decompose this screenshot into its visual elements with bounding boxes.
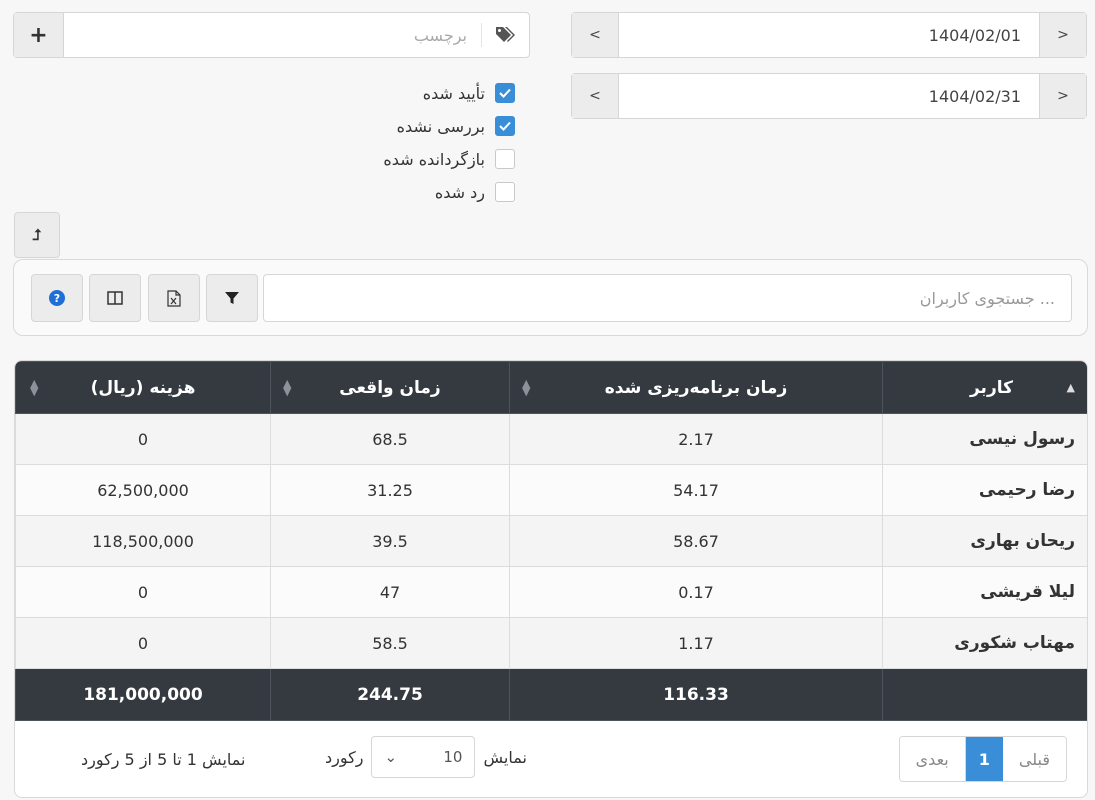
status-approved-checkbox[interactable] <box>495 83 515 103</box>
date-to-prev-button[interactable]: < <box>572 74 618 118</box>
page-1-button[interactable]: 1 <box>965 737 1003 781</box>
total-cost: 181,000,000 <box>15 668 271 721</box>
table-info: نمایش 1 تا 5 از 5 رکورد <box>81 750 246 769</box>
column-header-user[interactable]: کاربر ▲ <box>882 361 1087 414</box>
status-rejected[interactable]: رد شده <box>435 179 515 205</box>
cell-planned: 54.17 <box>509 464 883 516</box>
cell-actual: 58.5 <box>270 617 510 669</box>
cell-planned: 1.17 <box>509 617 883 669</box>
cell-planned: 58.67 <box>509 515 883 567</box>
prev-page-button[interactable]: قبلی <box>1002 737 1066 781</box>
column-header-user-label: کاربر <box>969 377 1013 398</box>
add-tag-button[interactable]: + <box>14 13 64 57</box>
table-header-row: کاربر ▲ زمان برنامه‌ریزی شده ▲ ▼ زمان واق… <box>15 361 1087 414</box>
pagination: قبلی 1 بعدی <box>898 736 1067 782</box>
filter-icon <box>225 292 239 304</box>
cell-user: ریحان بهاری <box>882 515 1087 567</box>
records-label: رکورد <box>325 747 364 767</box>
column-header-cost[interactable]: هزینه (ریال) ▲ ▼ <box>15 361 271 414</box>
date-to-next-button[interactable]: > <box>1040 74 1086 118</box>
cell-cost: 62,500,000 <box>15 464 271 516</box>
status-approved[interactable]: تأیید شده <box>423 80 515 106</box>
filter-button[interactable] <box>206 274 258 322</box>
column-header-cost-label: هزینه (ریال) <box>90 377 196 398</box>
date-from-prev-button[interactable]: < <box>572 13 618 57</box>
total-user <box>882 668 1087 721</box>
cell-planned: 0.17 <box>509 566 883 618</box>
tag-input[interactable]: برچسب <box>64 13 481 57</box>
help-icon: ? <box>49 290 65 306</box>
total-actual: 244.75 <box>270 668 510 721</box>
tag-input-group: + برچسب <box>13 12 530 58</box>
page-size-value: 10 <box>443 748 463 766</box>
svg-text:?: ? <box>54 292 60 305</box>
cell-user: رسول نیسی <box>882 413 1087 465</box>
sort-icon: ▲ ▼ <box>283 376 292 398</box>
status-rejected-checkbox[interactable] <box>495 182 515 202</box>
column-header-actual-label: زمان واقعی <box>339 377 441 398</box>
table-row: رضا رحیمی 54.17 31.25 62,500,000 <box>15 464 1087 516</box>
table-toolbar: ? جستجوی کاربران ... <box>13 259 1088 336</box>
date-from-next-button[interactable]: > <box>1040 13 1086 57</box>
next-page-button[interactable]: بعدی <box>899 737 966 781</box>
users-table: کاربر ▲ زمان برنامه‌ریزی شده ▲ ▼ زمان واق… <box>14 360 1088 798</box>
status-returned[interactable]: بازگردانده شده <box>383 146 515 172</box>
status-unreviewed-checkbox[interactable] <box>495 116 515 136</box>
show-label: نمایش <box>483 747 527 767</box>
totals-row: 116.33 244.75 181,000,000 <box>15 668 1087 721</box>
column-header-planned[interactable]: زمان برنامه‌ریزی شده ▲ ▼ <box>509 361 883 414</box>
status-returned-label: بازگردانده شده <box>383 149 485 169</box>
table-row: مهتاب شکوری 1.17 58.5 0 <box>15 617 1087 669</box>
export-excel-button[interactable] <box>148 274 200 322</box>
sort-asc-icon: ▲ <box>1066 380 1075 394</box>
cell-user: مهتاب شکوری <box>882 617 1087 669</box>
status-returned-checkbox[interactable] <box>495 149 515 169</box>
cell-cost: 0 <box>15 566 271 618</box>
status-unreviewed-label: بررسی نشده <box>396 116 485 136</box>
column-header-actual[interactable]: زمان واقعی ▲ ▼ <box>270 361 510 414</box>
sort-icon: ▲ ▼ <box>30 376 39 398</box>
table-footer: قبلی 1 بعدی نمایش ⌄ 10 رکورد نمایش 1 تا … <box>15 722 1087 797</box>
cell-actual: 68.5 <box>270 413 510 465</box>
status-unreviewed[interactable]: بررسی نشده <box>397 113 515 139</box>
cell-cost: 0 <box>15 617 271 669</box>
search-input[interactable]: جستجوی کاربران ... <box>263 274 1072 322</box>
date-to-input[interactable]: 1404/02/31 <box>618 74 1040 118</box>
status-approved-label: تأیید شده <box>422 83 485 103</box>
cell-planned: 2.17 <box>509 413 883 465</box>
help-button[interactable]: ? <box>31 274 83 322</box>
cell-actual: 47 <box>270 566 510 618</box>
cell-user: رضا رحیمی <box>882 464 1087 516</box>
chevron-down-icon: ⌄ <box>384 748 398 766</box>
date-from-picker: < 1404/02/01 > <box>571 12 1087 58</box>
cell-cost: 118,500,000 <box>15 515 271 567</box>
table-row: لیلا قریشی 0.17 47 0 <box>15 566 1087 618</box>
excel-icon <box>167 289 181 307</box>
columns-button[interactable] <box>89 274 141 322</box>
sort-icon: ▲ ▼ <box>522 376 531 398</box>
table-row: رسول نیسی 2.17 68.5 0 <box>15 413 1087 465</box>
column-header-planned-label: زمان برنامه‌ریزی شده <box>604 377 788 398</box>
total-planned: 116.33 <box>509 668 883 721</box>
arrow-up-icon: ⮥ <box>32 226 42 244</box>
cell-actual: 31.25 <box>270 464 510 516</box>
cell-actual: 39.5 <box>270 515 510 567</box>
table-row: ریحان بهاری 58.67 39.5 118,500,000 <box>15 515 1087 567</box>
date-from-input[interactable]: 1404/02/01 <box>618 13 1040 57</box>
page-size-select[interactable]: ⌄ 10 <box>371 736 476 778</box>
collapse-filters-button[interactable]: ⮥ <box>14 212 60 258</box>
columns-icon <box>107 291 123 305</box>
date-to-picker: < 1404/02/31 > <box>571 73 1087 119</box>
page-length: نمایش ⌄ 10 رکورد <box>325 736 527 778</box>
tags-icon <box>481 23 529 47</box>
status-rejected-label: رد شده <box>434 182 485 202</box>
cell-user: لیلا قریشی <box>882 566 1087 618</box>
cell-cost: 0 <box>15 413 271 465</box>
